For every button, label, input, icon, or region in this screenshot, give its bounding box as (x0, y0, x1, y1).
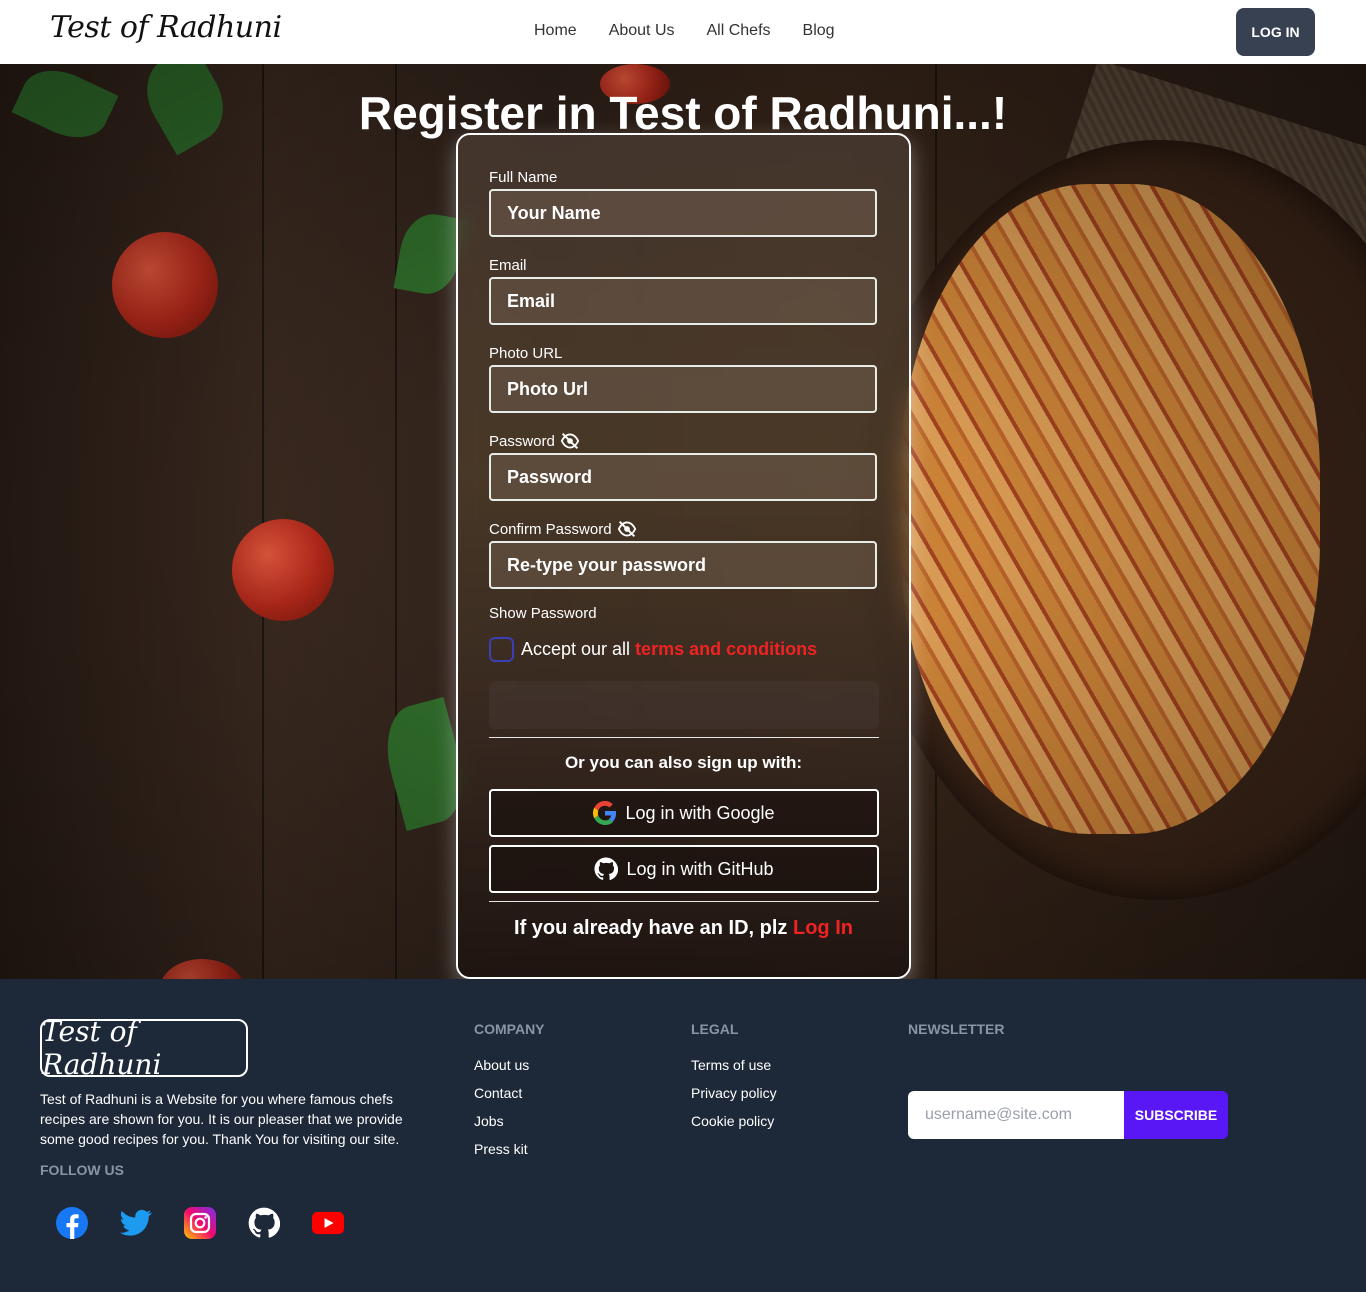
already-text: If you already have an ID, plz (514, 917, 788, 939)
footer-description: Test of Radhuni is a Website for you whe… (40, 1091, 403, 1147)
follow-us-heading: FOLLOW US (40, 1162, 124, 1178)
github-icon[interactable] (248, 1207, 280, 1239)
password-label-row: Password (489, 431, 879, 451)
google-login-button[interactable]: Log in with Google (489, 789, 879, 837)
email-group: Email Email (489, 255, 879, 325)
newsletter-email-input[interactable]: username@site.com (908, 1091, 1124, 1139)
login-button[interactable]: LOG IN (1236, 8, 1315, 56)
nav-link-blog[interactable]: Blog (803, 22, 835, 40)
password-group: Password Password (489, 431, 879, 501)
facebook-icon[interactable] (56, 1207, 88, 1239)
eye-off-icon[interactable] (560, 432, 580, 450)
terms-link[interactable]: terms and conditions (635, 639, 817, 660)
terms-prefix: Accept our all (521, 639, 631, 659)
legal-heading: LEGAL (691, 1021, 739, 1037)
nav-link-all-chefs[interactable]: All Chefs (707, 22, 771, 40)
register-form-card: Full Name Your Name Email Email Photo UR… (456, 133, 911, 979)
hero-section: Register in Test of Radhuni...! Full Nam… (0, 64, 1366, 979)
divider (489, 901, 879, 902)
company-heading: COMPANY (474, 1021, 545, 1037)
already-have-id-text: If you already have an ID, plz Log In (458, 917, 909, 940)
nav-links: Home About Us All Chefs Blog (534, 22, 867, 40)
photo-url-label: Photo URL (489, 344, 563, 362)
google-icon (593, 801, 617, 825)
password-input[interactable]: Password (489, 453, 877, 501)
footer-company-column: COMPANY About us Contact Jobs Press kit (474, 1021, 545, 1169)
github-login-button[interactable]: Log in with GitHub (489, 845, 879, 893)
email-input[interactable]: Email (489, 277, 877, 325)
full-name-group: Full Name Your Name (489, 167, 879, 237)
email-label: Email (489, 256, 527, 274)
password-label: Password (489, 432, 555, 450)
confirm-password-label: Confirm Password (489, 520, 612, 538)
footer-link-contact[interactable]: Contact (474, 1085, 545, 1113)
confirm-password-input[interactable]: Re-type your password (489, 541, 877, 589)
alt-signup-text: Or you can also sign up with: (564, 753, 803, 772)
footer-link-about-us[interactable]: About us (474, 1057, 545, 1085)
subscribe-button[interactable]: SUBSCRIBE (1124, 1091, 1228, 1139)
youtube-icon[interactable] (312, 1207, 344, 1239)
eye-off-icon[interactable] (617, 520, 637, 538)
brand-logo[interactable]: Test of Radhuni (50, 10, 282, 45)
register-submit-button[interactable] (489, 681, 879, 729)
google-login-label: Log in with Google (625, 802, 775, 823)
navbar: Test of Radhuni Home About Us All Chefs … (0, 0, 1366, 64)
footer: Test of Radhuni Test of Radhuni is a Web… (0, 979, 1366, 1292)
nav-link-home[interactable]: Home (534, 22, 577, 40)
full-name-input[interactable]: Your Name (489, 189, 877, 237)
footer-newsletter-column: NEWSLETTER (908, 1021, 1004, 1057)
nav-link-about-us[interactable]: About Us (609, 22, 675, 40)
page-title: Register in Test of Radhuni...! (358, 87, 1008, 139)
github-icon (594, 857, 619, 881)
show-password-label[interactable]: Show Password (489, 605, 597, 622)
footer-link-cookie[interactable]: Cookie policy (691, 1113, 777, 1141)
login-link[interactable]: Log In (793, 917, 853, 939)
confirm-password-group: Confirm Password Re-type your password (489, 519, 879, 589)
footer-link-privacy[interactable]: Privacy policy (691, 1085, 777, 1113)
newsletter-heading: NEWSLETTER (908, 1021, 1005, 1037)
photo-url-group: Photo URL Photo Url (489, 343, 879, 413)
photo-url-input[interactable]: Photo Url (489, 365, 877, 413)
footer-link-press-kit[interactable]: Press kit (474, 1141, 545, 1169)
footer-logo[interactable]: Test of Radhuni (40, 1015, 248, 1081)
github-login-label: Log in with GitHub (626, 858, 774, 879)
confirm-password-label-row: Confirm Password (489, 519, 879, 539)
terms-row: Accept our all terms and conditions (489, 637, 817, 662)
social-icons (56, 1207, 376, 1239)
full-name-label: Full Name (489, 168, 558, 186)
instagram-icon[interactable] (184, 1207, 216, 1239)
terms-checkbox[interactable] (489, 637, 514, 662)
footer-link-terms[interactable]: Terms of use (691, 1057, 777, 1085)
twitter-icon[interactable] (120, 1207, 152, 1239)
divider (489, 737, 879, 738)
footer-legal-column: LEGAL Terms of use Privacy policy Cookie… (691, 1021, 777, 1141)
footer-link-jobs[interactable]: Jobs (474, 1113, 545, 1141)
